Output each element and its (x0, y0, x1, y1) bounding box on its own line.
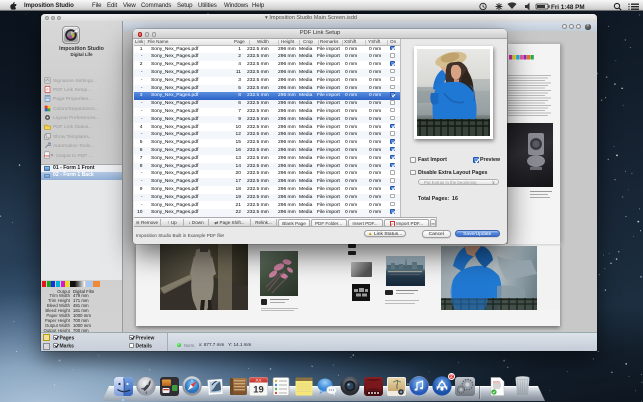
svg-text:19: 19 (253, 385, 264, 396)
svg-text:JUL: JUL (255, 378, 261, 382)
svg-text:PDF: PDF (44, 154, 50, 158)
svg-text:P: P (46, 88, 48, 92)
svg-text:Fri 1:48 PM: Fri 1:48 PM (551, 4, 585, 11)
